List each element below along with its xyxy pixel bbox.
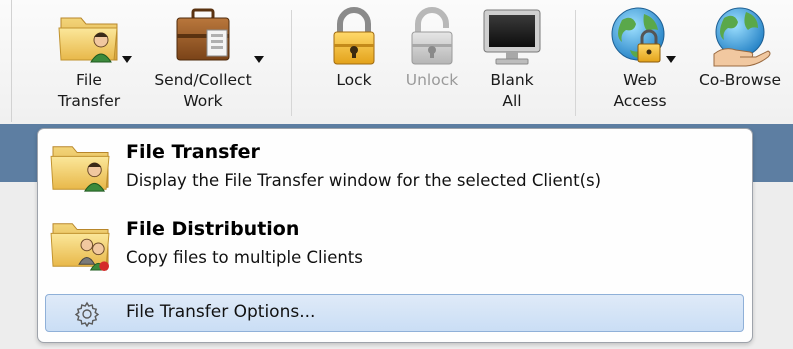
toolbar: File Transfer Send/Collect Work Lock Unl… xyxy=(0,0,793,124)
toolbar-separator xyxy=(291,10,292,116)
lock-icon xyxy=(333,7,375,65)
co-browse-button[interactable]: Co-Browse xyxy=(688,0,792,124)
file-transfer-label: File Transfer xyxy=(57,71,121,110)
send-collect-work-label: Send/Collect Work xyxy=(154,71,252,110)
menu-item-description: Copy files to multiple Clients xyxy=(126,248,363,267)
toolbar-separator xyxy=(575,10,576,116)
briefcase-icon xyxy=(176,8,230,61)
unlock-button[interactable]: Unlock xyxy=(399,0,465,124)
unlock-icon xyxy=(411,7,453,65)
web-access-label: Web Access xyxy=(613,71,667,110)
lock-button[interactable]: Lock xyxy=(323,0,385,124)
folder-users-icon xyxy=(50,223,110,272)
send-collect-dropdown-arrow-icon[interactable] xyxy=(254,56,264,63)
web-access-dropdown-arrow-icon[interactable] xyxy=(666,56,676,63)
web-access-button[interactable]: Web Access xyxy=(602,0,678,124)
file-transfer-dropdown-arrow-icon[interactable] xyxy=(122,56,132,63)
menu-item-description: Display the File Transfer window for the… xyxy=(126,171,602,190)
globe-lock-icon xyxy=(611,7,665,63)
gear-icon xyxy=(74,301,100,327)
menu-item-title: File Transfer xyxy=(126,141,260,163)
toolbar-left-edge xyxy=(11,0,12,122)
file-transfer-dropdown-menu: File Transfer Display the File Transfer … xyxy=(37,128,753,343)
blank-all-label: Blank All xyxy=(490,71,534,110)
file-transfer-options-menu-item[interactable]: File Transfer Options... xyxy=(45,294,744,332)
blank-all-button[interactable]: Blank All xyxy=(479,0,545,124)
co-browse-label: Co-Browse xyxy=(698,71,782,89)
unlock-label: Unlock xyxy=(405,71,459,89)
globe-hand-icon xyxy=(713,7,771,67)
monitor-icon xyxy=(483,9,541,65)
send-collect-work-button[interactable]: Send/Collect Work xyxy=(142,0,264,124)
menu-item-title: File Distribution xyxy=(126,218,300,240)
menu-option-label: File Transfer Options... xyxy=(126,302,316,322)
file-transfer-button[interactable]: File Transfer xyxy=(48,0,132,124)
menu-item-file-transfer[interactable]: File Transfer Display the File Transfer … xyxy=(48,131,738,199)
folder-user-icon xyxy=(58,17,118,63)
lock-label: Lock xyxy=(336,71,372,89)
menu-item-file-distribution[interactable]: File Distribution Copy files to multiple… xyxy=(48,208,738,276)
folder-user-icon xyxy=(50,146,110,192)
